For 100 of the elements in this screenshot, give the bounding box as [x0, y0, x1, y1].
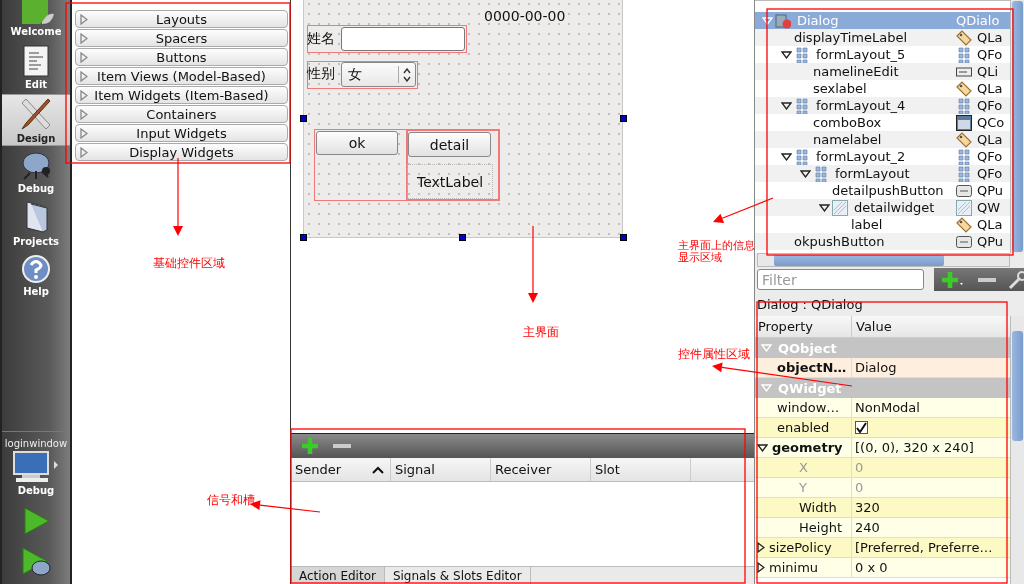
category-header[interactable]: Input Widgets [75, 124, 288, 142]
gender-label: 性别 [307, 65, 335, 83]
ok-button[interactable]: ok [316, 131, 398, 155]
name-input-field[interactable] [341, 27, 465, 51]
collapse-arrow-icon[interactable] [780, 101, 792, 110]
mode-button[interactable]: Debug [2, 146, 70, 198]
tree-row[interactable]: detailpushButton QPu [755, 182, 1010, 199]
sort-ascending-icon[interactable] [372, 465, 384, 474]
property-row[interactable]: Width 320 [755, 498, 1010, 518]
property-row[interactable]: minimu 0 x 0 [755, 558, 1010, 578]
property-name: X [798, 460, 808, 475]
tree-row[interactable]: formLayout_4 QFo [755, 97, 1010, 114]
run-icon[interactable] [21, 506, 51, 536]
object-name: formLayout_4 [816, 98, 906, 113]
column-header[interactable]: Slot [591, 458, 691, 481]
collapse-arrow-icon[interactable] [780, 152, 792, 161]
object-name: namelabel [813, 132, 882, 147]
checkbox[interactable] [855, 421, 868, 434]
resize-handle[interactable] [300, 234, 307, 241]
object-name: namelineEdit [813, 64, 899, 79]
category-header[interactable]: Item Views (Model-Based) [75, 67, 288, 85]
filter-field[interactable]: Filter [757, 269, 924, 290]
collapse-arrow-icon[interactable] [799, 169, 811, 178]
property-row[interactable]: window… NonModal [755, 398, 1010, 418]
mode-button[interactable]: Design [2, 94, 70, 146]
property-row[interactable]: Height 240 [755, 518, 1010, 538]
property-name: Y [798, 480, 807, 495]
object-name: comboBox [813, 115, 882, 130]
property-row[interactable]: sizePolicy [Preferred, Preferre… [755, 538, 1010, 558]
annotation-arrow [713, 197, 774, 223]
column-header[interactable]: Sender [291, 458, 391, 481]
resize-handle[interactable] [620, 234, 627, 241]
category-header[interactable]: Layouts [75, 10, 288, 28]
remove-icon[interactable] [333, 443, 351, 449]
add-icon[interactable] [301, 437, 319, 455]
column-header[interactable]: Property [755, 316, 852, 337]
tree-row[interactable]: formLayout QFo [755, 165, 1010, 182]
mode-button[interactable]: Help [2, 250, 70, 302]
property-row[interactable]: objectN… Dialog [755, 358, 1010, 378]
name-label: 姓名 [307, 30, 335, 48]
resize-handle[interactable] [300, 115, 307, 122]
gender-combo-box[interactable]: 女 [341, 62, 416, 87]
tree-row[interactable]: sexlabel QLa [755, 80, 1010, 97]
tree-row[interactable]: formLayout_5 QFo [755, 46, 1010, 63]
tree-row[interactable]: comboBox QCo [755, 114, 1010, 131]
annotation-label: 控件属性区域 [678, 348, 750, 360]
layout-grid-icon [794, 97, 810, 114]
column-header[interactable]: Value [852, 316, 1010, 337]
property-row[interactable]: geometry [(0, 0), 320 x 240] [755, 438, 1010, 458]
property-value: 0 [855, 480, 864, 495]
bug-icon [20, 149, 52, 181]
expand-arrow-icon[interactable] [757, 542, 765, 553]
layout-grid-icon [794, 148, 810, 165]
category-header[interactable]: Item Widgets (Item-Based) [75, 86, 288, 104]
detail-button[interactable]: detail [408, 132, 491, 157]
layout-grid-icon [956, 165, 972, 182]
help-icon [21, 254, 51, 284]
tree-row[interactable]: formLayout_2 QFo [755, 148, 1010, 165]
tree-row[interactable]: okpushButton QPu [755, 233, 1010, 250]
property-name: enabled [776, 420, 830, 435]
object-name: detailwidget [854, 200, 935, 215]
widget-icon [832, 199, 848, 216]
tag-icon [956, 131, 972, 148]
expand-arrow-icon[interactable] [757, 562, 765, 573]
remove-icon[interactable] [978, 276, 996, 283]
category-header[interactable]: Containers [75, 105, 288, 123]
mode-button[interactable]: Projects [2, 198, 70, 250]
category-header[interactable]: Buttons [75, 48, 288, 66]
property-value: 240 [855, 520, 880, 535]
add-icon[interactable] [942, 270, 966, 289]
tag-icon [956, 80, 972, 97]
resize-handle[interactable] [620, 115, 627, 122]
property-value: 320 [855, 500, 880, 515]
resize-handle[interactable] [459, 234, 466, 241]
property-value: [Preferred, Preferre… [855, 540, 993, 555]
collapse-arrow-icon[interactable] [780, 50, 792, 59]
tree-row[interactable]: namelineEdit QLi [755, 63, 1010, 80]
tree-row[interactable]: displayTimeLabel QLa [755, 29, 1010, 46]
collapse-arrow-icon[interactable] [757, 443, 768, 452]
tree-row[interactable]: detailwidget QW [755, 199, 1010, 216]
tree-row[interactable]: label QLa [755, 216, 1010, 233]
collapse-arrow-icon[interactable] [818, 203, 830, 212]
object-name: Dialog [797, 13, 839, 28]
tree-row[interactable]: namelabel QLa [755, 131, 1010, 148]
category-header[interactable]: Spacers [75, 29, 288, 47]
debug-run-icon[interactable] [19, 546, 53, 578]
property-name: Width [798, 500, 837, 515]
column-header[interactable]: Receiver [491, 458, 591, 481]
property-row[interactable]: enabled [755, 418, 1010, 438]
annotation-label: 信号和槽 [207, 494, 255, 506]
mode-button[interactable]: Edit [2, 42, 70, 94]
monitor-icon[interactable] [12, 451, 60, 483]
object-name: displayTimeLabel [794, 30, 908, 45]
column-header[interactable]: Signal [391, 458, 491, 481]
layout-grid-icon [794, 46, 810, 63]
object-name: detailpushButton [832, 183, 944, 198]
mode-button[interactable]: Welcome [2, 0, 70, 42]
category-header[interactable]: Display Widgets [75, 143, 288, 161]
scrollbar[interactable] [1010, 316, 1024, 584]
property-name: geometry [772, 440, 843, 455]
